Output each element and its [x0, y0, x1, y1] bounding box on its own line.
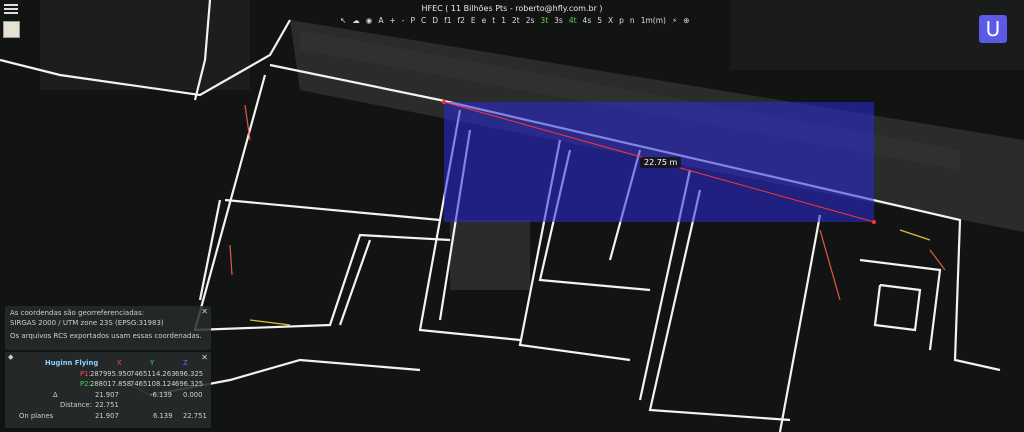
- onplanes-y: 6.139: [153, 412, 173, 420]
- tool-d-button[interactable]: D: [432, 16, 438, 25]
- tool-x-button[interactable]: X: [608, 16, 613, 25]
- tool-f2-button[interactable]: f2: [457, 16, 464, 25]
- tool-c-button[interactable]: C: [421, 16, 426, 25]
- cursor-tool-button[interactable]: ↖: [340, 16, 346, 25]
- axis-x-label: X: [117, 359, 122, 367]
- color-tool-button[interactable]: ◉: [366, 16, 373, 25]
- onplanes-label: On planes: [19, 412, 54, 420]
- app-logo[interactable]: U: [979, 15, 1007, 43]
- cloud-tool-button[interactable]: ☁: [352, 16, 360, 25]
- delta-y: -6.139: [150, 391, 172, 399]
- toolbar: ↖ ☁ ◉ A + - P C D f1 f2 E e t 1 2t 2s 3t…: [340, 14, 690, 26]
- p2-x: 288017.858: [90, 380, 132, 388]
- axis-z-label: Z: [183, 359, 188, 367]
- panel-name: Huginn Flying: [45, 359, 99, 367]
- info-line-2: SIRGAS 2000 / UTM zone 23S (EPSG:31983): [10, 319, 164, 327]
- globe-icon[interactable]: ⊕: [683, 16, 689, 25]
- tool-e-button[interactable]: e: [482, 16, 487, 25]
- zoom-in-button[interactable]: +: [389, 16, 395, 25]
- tool-3s-button[interactable]: 3s: [554, 16, 563, 25]
- distance-label: 22.75 m: [640, 157, 682, 168]
- p1-z: 696.325: [175, 370, 204, 378]
- measurement-panel: ◆ ✕ Huginn Flying X Y Z P1: 287995.950 7…: [5, 352, 211, 428]
- info-line-1: As coordendas são georreferenciadas:: [10, 309, 144, 317]
- tool-t-button[interactable]: t: [492, 16, 495, 25]
- header-title: HFEC ( 11 Bilhões Pts - roberto@hfly.com…: [421, 4, 603, 13]
- p2-z: 696.325: [175, 380, 204, 388]
- p1-y: 7465114.263: [130, 370, 176, 378]
- tool-f1-button[interactable]: f1: [444, 16, 451, 25]
- measure-1m-button[interactable]: 1m(m): [641, 16, 666, 25]
- tool-3t-button[interactable]: 3t: [540, 16, 548, 25]
- tool-2t-button[interactable]: 2t: [512, 16, 520, 25]
- p2-y: 7465108.124: [130, 380, 176, 388]
- tool-n-button[interactable]: n: [630, 16, 635, 25]
- zoom-out-button[interactable]: -: [402, 16, 405, 25]
- tool-4t-button[interactable]: 4t: [569, 16, 577, 25]
- delta-label: Δ: [53, 391, 58, 399]
- map-icon[interactable]: [3, 21, 20, 38]
- tool-1-button[interactable]: 1: [501, 16, 506, 25]
- coordinates-info-box: ✕ As coordendas são georreferenciadas: S…: [5, 306, 211, 350]
- tool-a-button[interactable]: A: [378, 16, 383, 25]
- tool-2s-button[interactable]: 2s: [526, 16, 535, 25]
- distance-value: 22.751: [95, 401, 119, 409]
- tool-5-button[interactable]: 5: [597, 16, 602, 25]
- axis-y-label: Y: [150, 359, 155, 367]
- tool-p-button[interactable]: P: [411, 16, 416, 25]
- tool-p-lower-button[interactable]: p: [619, 16, 624, 25]
- onplanes-z: 22.751: [183, 412, 207, 420]
- tool-e-upper-button[interactable]: E: [471, 16, 476, 25]
- info-line-3: Os arquivos RCS exportados usam essas co…: [10, 332, 202, 340]
- delta-x: 21.907: [95, 391, 119, 399]
- close-icon[interactable]: ✕: [201, 307, 208, 316]
- flash-icon[interactable]: ⚡: [672, 16, 677, 25]
- p1-x: 287995.950: [90, 370, 132, 378]
- delta-z: 0.000: [183, 391, 203, 399]
- distance-caption: Distance:: [60, 401, 93, 409]
- tool-4s-button[interactable]: 4s: [583, 16, 592, 25]
- onplanes-x: 21.907: [95, 412, 119, 420]
